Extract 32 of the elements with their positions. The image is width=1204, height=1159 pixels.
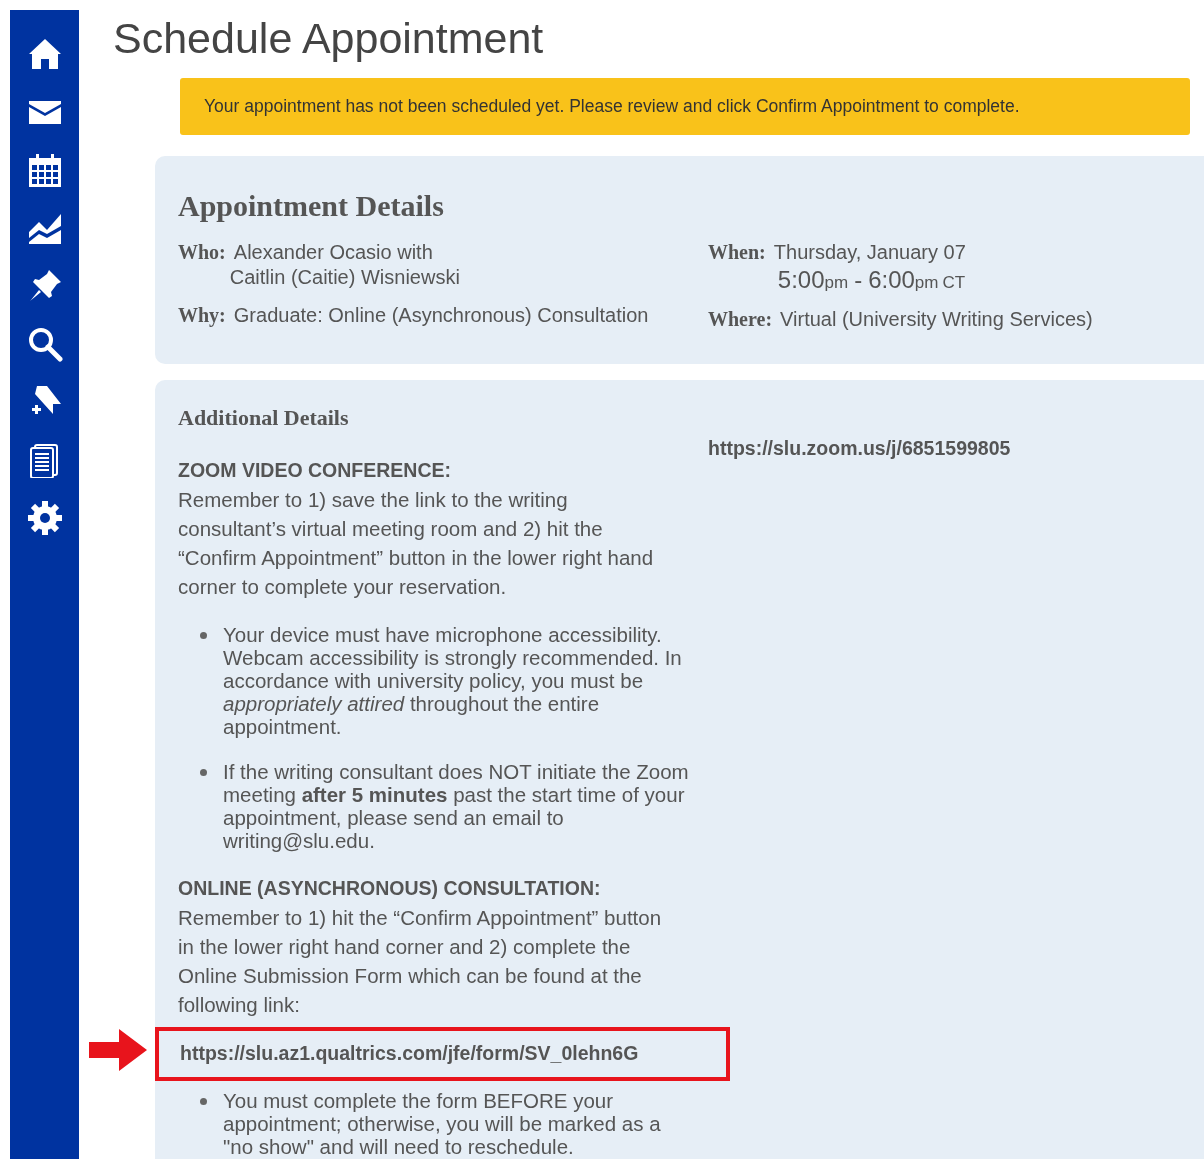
bullet-text: Your device must have microphone accessibility. Webcam accessibility is strongly recommended. In accordance with university policy, you must be appropriately attired throughout the entire appointment. bbox=[223, 623, 683, 738]
section-heading: ZOOM VIDEO CONFERENCE: bbox=[178, 458, 452, 483]
field-value: Thursday, January 07 bbox=[773, 240, 966, 265]
section-heading: ONLINE (ASYNCHRONOUS) CONSULTATION: bbox=[178, 876, 602, 901]
body-text: Remember to 1) save the link to the writing consultant’s virtual meeting room and 2) hit the “Confirm Appointment” button in the lower right hand corner to complete your reservation. bbox=[178, 487, 655, 600]
pointer-arrow bbox=[89, 1029, 147, 1071]
page-title: Schedule Appointment bbox=[113, 13, 545, 64]
section-heading: Appointment Details bbox=[178, 188, 445, 224]
alert-banner: Your appointment has not been scheduled yet. Please review and click Confirm Appointment to complete. bbox=[180, 78, 1190, 135]
field-label: Why: bbox=[178, 303, 226, 329]
field-label: When: bbox=[708, 240, 766, 265]
time-text: 5:00 bbox=[777, 265, 825, 295]
bullet-text: You must complete the form BEFORE your appointment; otherwise, you will be marked as a "no show" and will need to reschedule. bbox=[223, 1089, 662, 1158]
search-icon[interactable] bbox=[26, 326, 63, 362]
time-separator: - bbox=[854, 265, 863, 295]
field-value: Virtual (University Writing Services) bbox=[780, 307, 1093, 332]
field-value: Graduate: Online (Asynchronous) Consultation bbox=[233, 303, 649, 328]
field-value: Alexander Ocasio with bbox=[233, 240, 434, 265]
time-suffix: pm bbox=[914, 272, 939, 294]
bullet-text: If the writing consultant does NOT initiate the Zoom meeting after 5 minutes past the start time of your appointment, please send an email to writing@slu.edu. bbox=[223, 760, 690, 852]
timezone-text: CT bbox=[942, 272, 966, 294]
time-text: 6:00 bbox=[868, 265, 915, 295]
field-value: Caitlin (Caitie) Wisniewski bbox=[229, 265, 460, 290]
time-suffix: pm bbox=[824, 273, 849, 294]
section-heading: Additional Details bbox=[178, 404, 350, 432]
field-label: Who: bbox=[178, 240, 226, 265]
form-link[interactable]: https://slu.az1.qualtrics.com/jfe/form/SV_0lehn6G bbox=[180, 1039, 639, 1069]
calendar-icon[interactable] bbox=[26, 152, 63, 188]
gear-icon[interactable] bbox=[26, 500, 63, 536]
body-text: Remember to 1) hit the “Confirm Appointment” button in the lower right hand corner and 2) complete the Online Submission Form which can be found at the following link: bbox=[178, 905, 663, 1018]
meeting-link[interactable]: https://slu.zoom.us/j/6851599805 bbox=[708, 437, 1011, 459]
field-label: Where: bbox=[708, 307, 773, 332]
